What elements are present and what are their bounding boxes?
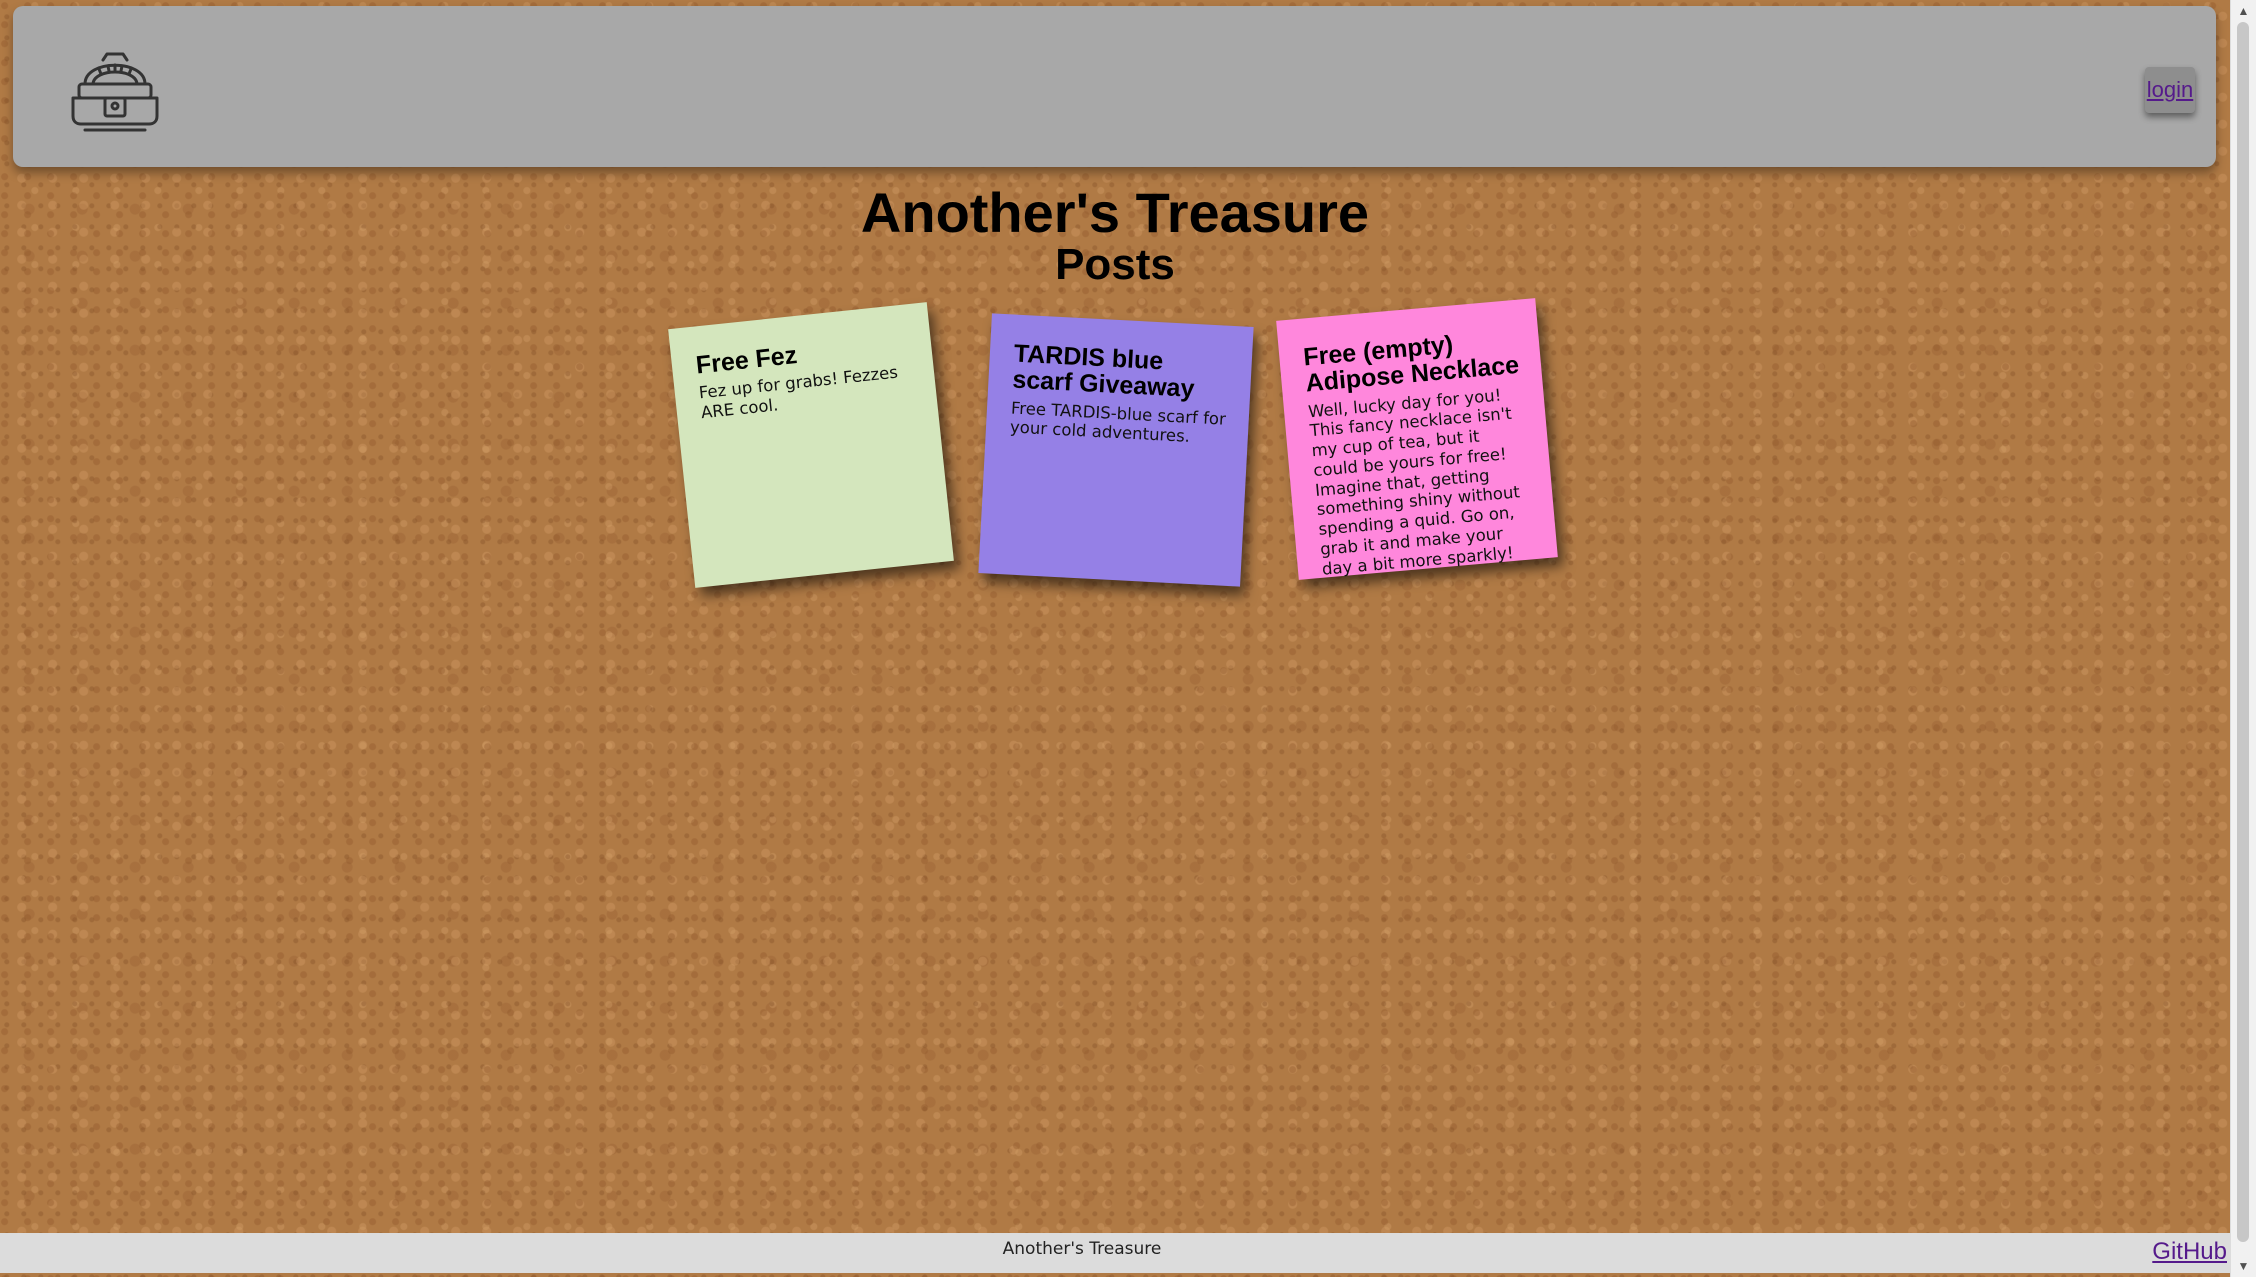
github-link[interactable]: GitHub xyxy=(2152,1238,2227,1266)
post-note-tardis-scarf[interactable]: TARDIS blue scarf Giveaway Free TARDIS-b… xyxy=(978,313,1254,587)
footer-title: Another's Treasure xyxy=(1002,1239,1162,1259)
site-footer: Another's Treasure GitHub xyxy=(0,1233,2231,1273)
scrollbar-thumb[interactable] xyxy=(2237,22,2249,1242)
login-button[interactable]: login xyxy=(2145,67,2195,113)
scroll-down-arrow-icon[interactable]: ▼ xyxy=(2231,1255,2256,1277)
scroll-up-arrow-icon[interactable]: ▲ xyxy=(2231,0,2256,22)
post-body: Well, lucky day for you! This fancy neck… xyxy=(1307,385,1521,579)
post-note-adipose-necklace[interactable]: Free (empty) Adipose Necklace Well, luck… xyxy=(1276,298,1558,580)
post-body: Free TARDIS-blue scarf for your cold adv… xyxy=(1009,397,1227,447)
page-title: Another's Treasure xyxy=(860,181,1370,244)
treasure-chest-icon[interactable] xyxy=(63,44,167,140)
site-header: login xyxy=(13,6,2216,167)
post-note-free-fez[interactable]: Free Fez Fez up for grabs! Fezzes ARE co… xyxy=(668,302,954,588)
post-title: TARDIS blue scarf Giveaway xyxy=(1011,339,1196,404)
vertical-scrollbar[interactable]: ▲ ▼ xyxy=(2230,0,2256,1277)
page-subtitle: Posts xyxy=(1055,240,1175,289)
